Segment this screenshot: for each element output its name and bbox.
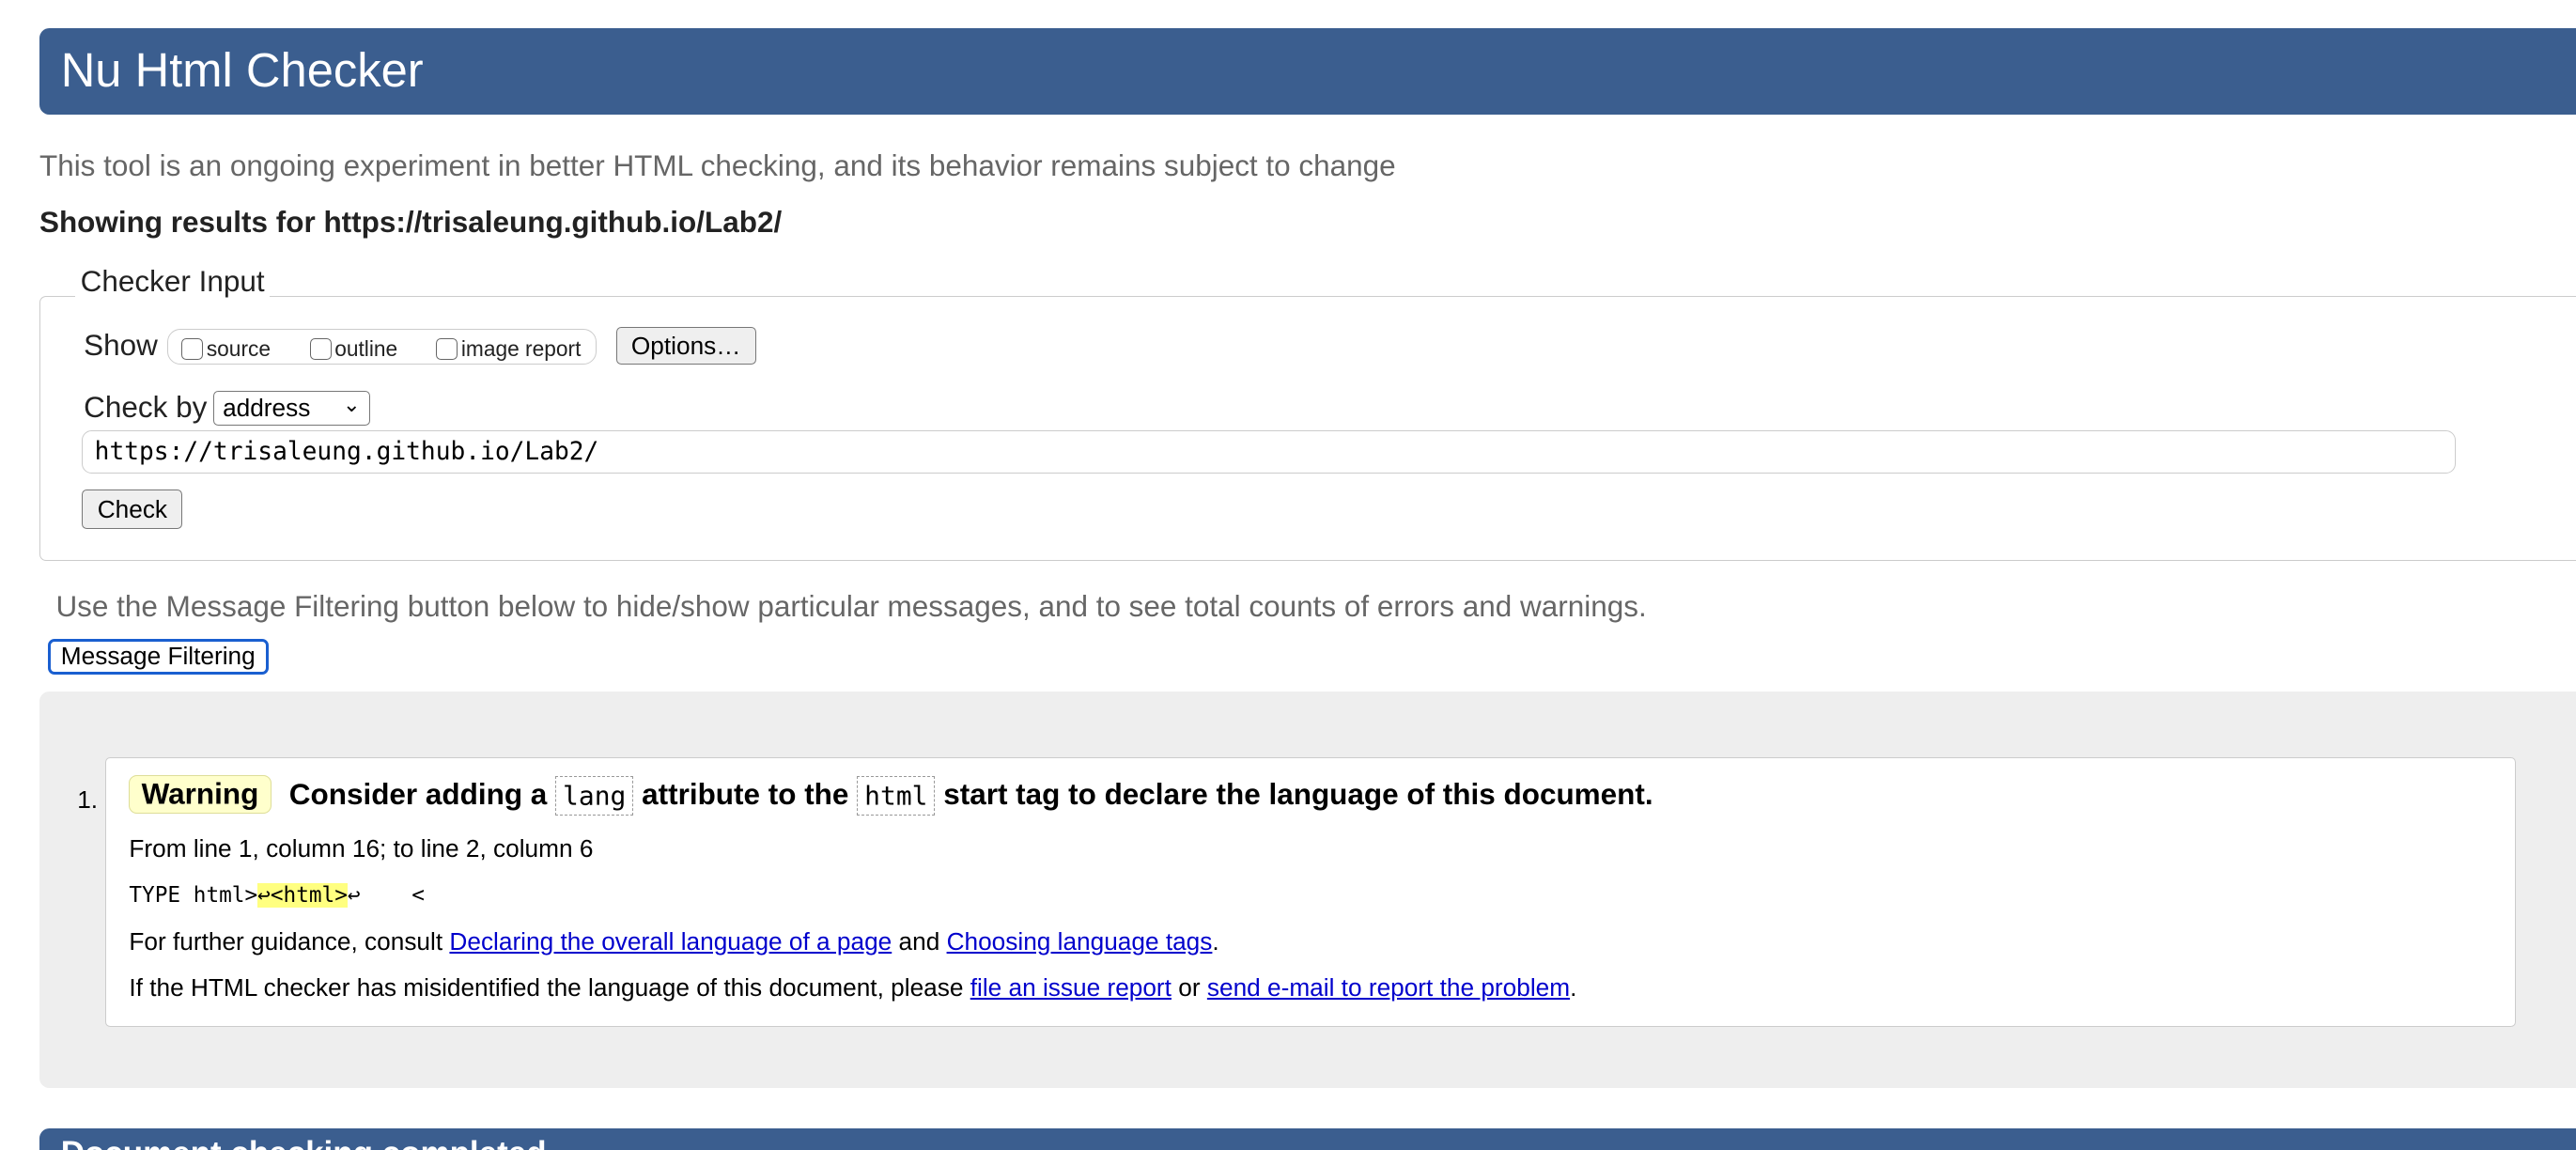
check-by-value: address <box>223 393 311 422</box>
chevron-down-icon: ⌄ <box>342 392 361 417</box>
code-html: html <box>857 775 936 816</box>
completion-title: Document checking completed. <box>61 1135 556 1150</box>
guidance-line: For further guidance, consult Declaring … <box>129 927 1218 956</box>
message-extract: TYPE html>↩<html>↩ < <box>129 883 425 909</box>
warning-badge: Warning <box>129 775 272 814</box>
link-declaring-language[interactable]: Declaring the overall language of a page <box>449 927 892 956</box>
check-button[interactable]: Check <box>82 490 183 530</box>
outline-checkbox[interactable] <box>309 338 332 361</box>
checker-input-legend: Checker Input <box>75 264 270 299</box>
guidance-text: For further guidance, consult <box>129 927 443 956</box>
check-by-select[interactable]: address ⌄ <box>213 391 370 427</box>
filter-hint: Use the Message Filtering button below t… <box>55 589 1647 623</box>
show-source-option[interactable]: source <box>181 333 271 363</box>
show-image-report-option[interactable]: image report <box>436 333 581 363</box>
link-choosing-language-tags[interactable]: Choosing language tags <box>947 927 1213 956</box>
url-input[interactable]: https://trisaleung.github.io/Lab2/ <box>82 430 2457 474</box>
message-filtering-button[interactable]: Message Filtering <box>47 639 269 675</box>
results-for: Showing results for https://trisaleung.g… <box>39 205 783 239</box>
intro-text: This tool is an ongoing experiment in be… <box>39 149 1396 183</box>
link-file-issue[interactable]: file an issue report <box>970 973 1172 1002</box>
source-checkbox[interactable] <box>181 338 204 361</box>
page-title: Nu Html Checker <box>60 43 424 98</box>
extract-before: TYPE html> <box>129 883 258 909</box>
completion-header: Document checking completed. <box>39 1128 2576 1150</box>
guidance-text: and <box>898 927 940 956</box>
extract-highlight: ↩<html> <box>257 883 348 909</box>
message-text: Consider adding a <box>288 778 548 812</box>
show-label: Show <box>84 328 158 362</box>
message-text: start tag to declare the language of thi… <box>943 778 1653 812</box>
code-lang: lang <box>555 775 634 816</box>
page-header: Nu Html Checker <box>39 27 2576 116</box>
guidance-text: . <box>1212 927 1219 956</box>
options-button[interactable]: Options… <box>615 326 756 365</box>
extract-after: ↩ < <box>347 883 425 909</box>
report-text: or <box>1178 973 1201 1002</box>
message-text: attribute to the <box>642 778 849 812</box>
show-outline-option[interactable]: outline <box>309 333 397 363</box>
show-options-group: source outline image report <box>167 328 597 365</box>
report-text: . <box>1570 973 1577 1002</box>
report-text: If the HTML checker has misidentified th… <box>129 973 964 1002</box>
check-by-label: Check by <box>84 391 208 425</box>
message-number: 1. <box>77 785 99 814</box>
message-location[interactable]: From line 1, column 16; to line 2, colum… <box>129 834 593 863</box>
message-item: Warning Consider adding a lang attribute… <box>104 757 2516 1028</box>
link-send-email[interactable]: send e-mail to report the problem <box>1207 973 1570 1002</box>
image-report-checkbox[interactable] <box>436 338 458 361</box>
report-line: If the HTML checker has misidentified th… <box>129 973 1576 1002</box>
